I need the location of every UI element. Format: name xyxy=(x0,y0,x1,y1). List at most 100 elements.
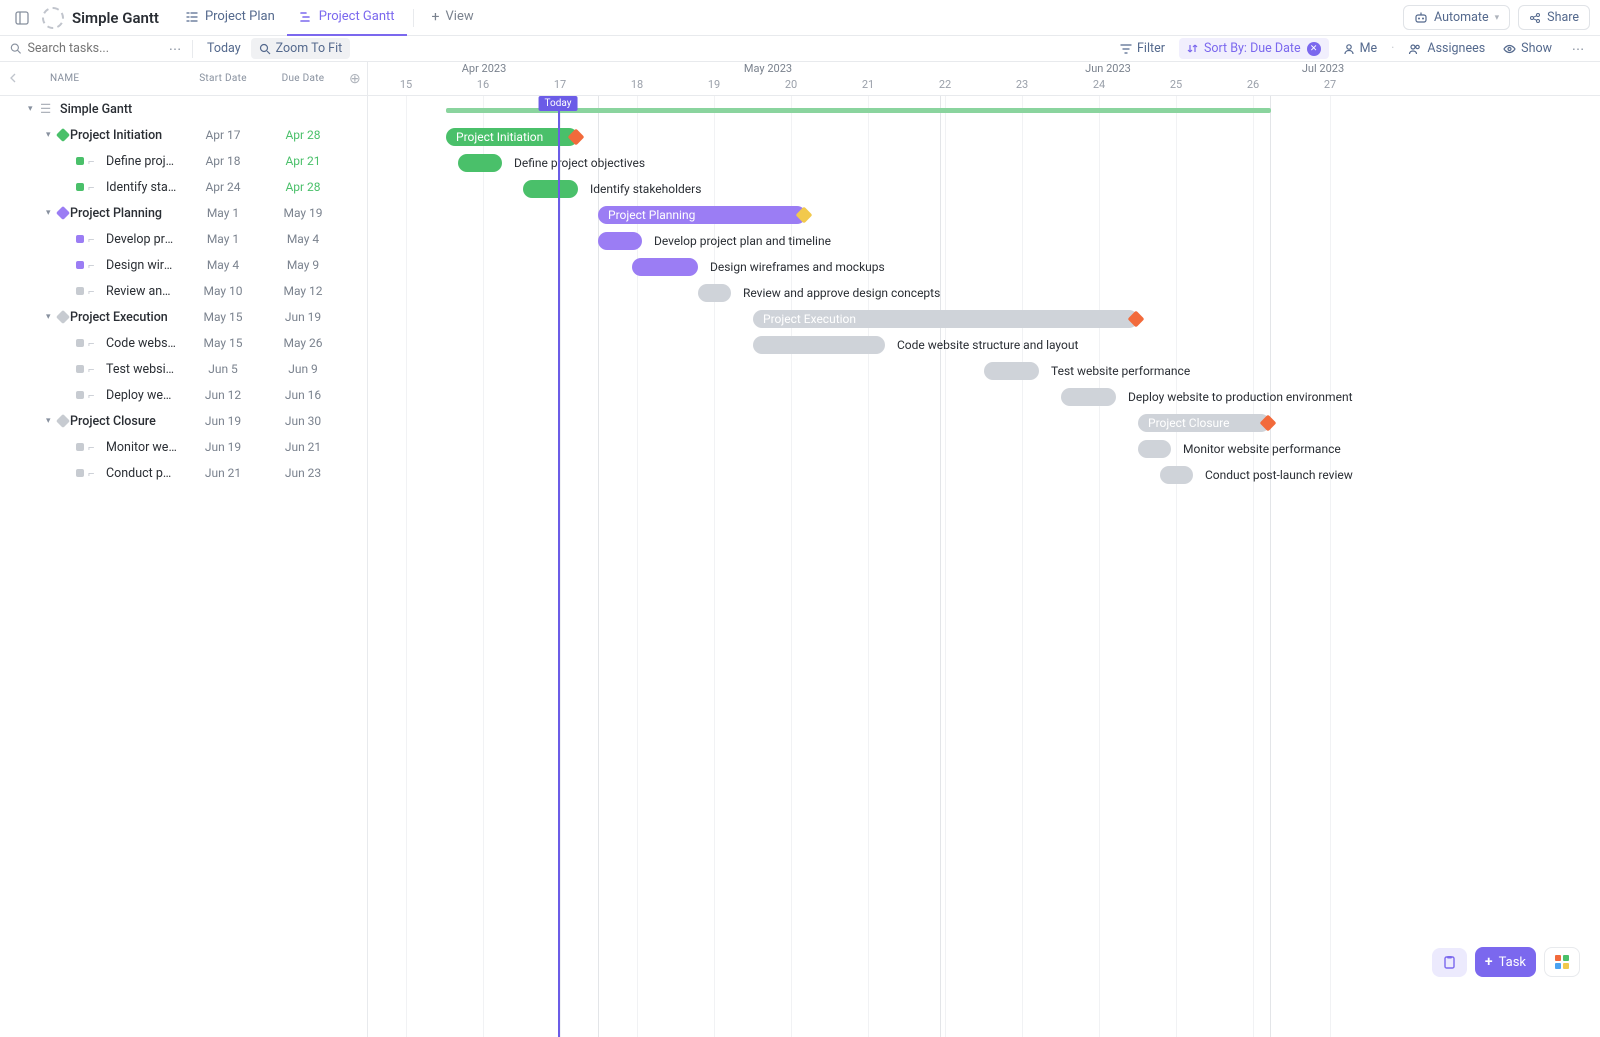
share-button[interactable]: Share xyxy=(1518,5,1590,30)
start-date: May 4 xyxy=(183,258,263,272)
search-input-wrap[interactable] xyxy=(10,41,160,56)
milestone-icon xyxy=(58,130,70,140)
task-name: Monitor website performance xyxy=(106,440,183,455)
subtask-icon: ⌐ xyxy=(88,233,102,246)
filter-label: Filter xyxy=(1137,41,1165,56)
task-row[interactable]: ⌐Deploy website to production environmen… xyxy=(0,382,367,408)
me-label: Me xyxy=(1360,41,1378,56)
automate-button[interactable]: Automate ▾ xyxy=(1403,5,1510,30)
group-bar[interactable]: Project Planning xyxy=(598,206,806,224)
task-row[interactable]: ⌐Test website performanceJun 5Jun 9 xyxy=(0,356,367,382)
due-date: Jun 23 xyxy=(263,466,343,480)
task-bar[interactable] xyxy=(1061,388,1116,406)
task-row[interactable]: ⌐Monitor website performanceJun 19Jun 21 xyxy=(0,434,367,460)
due-date: Apr 28 xyxy=(263,180,343,194)
collapse-sidebar-icon[interactable] xyxy=(10,6,34,30)
task-row[interactable]: ▾Project ExecutionMay 15Jun 19 xyxy=(0,304,367,330)
bar-label: Identify stakeholders xyxy=(590,180,701,198)
task-row[interactable]: ⌐Develop project plan and timelineMay 1M… xyxy=(0,226,367,252)
more-icon[interactable]: ⋯ xyxy=(164,37,186,61)
show-label: Show xyxy=(1521,41,1552,56)
task-name: Design wireframes and mockups xyxy=(106,258,183,273)
due-date: May 9 xyxy=(263,258,343,272)
status-icon xyxy=(76,261,88,269)
task-bar[interactable] xyxy=(984,362,1039,380)
apps-fab[interactable] xyxy=(1544,947,1580,977)
add-column-button[interactable]: ⊕ xyxy=(343,71,367,87)
task-bar[interactable] xyxy=(1138,440,1171,458)
col-name[interactable]: NAME xyxy=(0,73,183,84)
collapse-list-icon[interactable] xyxy=(0,66,24,90)
sort-pill[interactable]: Sort By: Due Date ✕ xyxy=(1179,38,1329,59)
due-date: May 4 xyxy=(263,232,343,246)
subtask-icon: ⌐ xyxy=(88,337,102,350)
task-bar[interactable] xyxy=(753,336,885,354)
tab-project-plan[interactable]: Project Plan xyxy=(173,0,287,36)
task-row[interactable]: ▾☰Simple Gantt xyxy=(0,96,367,122)
start-date: Apr 17 xyxy=(183,128,263,142)
task-name: Project Planning xyxy=(70,206,183,221)
due-date: Jun 9 xyxy=(263,362,343,376)
clear-sort-icon[interactable]: ✕ xyxy=(1307,42,1321,56)
task-row[interactable]: ⌐Identify stakeholdersApr 24Apr 28 xyxy=(0,174,367,200)
week-label: 24 xyxy=(1093,78,1105,91)
task-bar[interactable] xyxy=(698,284,731,302)
task-name: Develop project plan and timeline xyxy=(106,232,183,247)
assignees-button[interactable]: Assignees xyxy=(1404,39,1489,58)
due-date: May 12 xyxy=(263,284,343,298)
task-bar[interactable] xyxy=(598,232,642,250)
space-avatar[interactable] xyxy=(42,7,64,29)
week-label: 15 xyxy=(400,78,412,91)
task-bar[interactable] xyxy=(1160,466,1193,484)
status-icon xyxy=(76,287,88,295)
apps-icon xyxy=(1555,955,1569,969)
tab-project-gantt[interactable]: Project Gantt xyxy=(287,0,407,36)
me-button[interactable]: Me xyxy=(1339,39,1382,58)
add-view-label: View xyxy=(446,9,474,24)
today-button[interactable]: Today xyxy=(207,41,241,56)
subtask-icon: ⌐ xyxy=(88,285,102,298)
task-bar[interactable] xyxy=(632,258,698,276)
caret-icon[interactable]: ▾ xyxy=(28,104,40,114)
task-bar[interactable] xyxy=(458,154,502,172)
col-due[interactable]: Due Date xyxy=(263,73,343,84)
task-row[interactable]: ⌐Conduct post-launch reviewJun 21Jun 23 xyxy=(0,460,367,486)
task-row[interactable]: ⌐Design wireframes and mockupsMay 4May 9 xyxy=(0,252,367,278)
sort-icon xyxy=(1187,43,1198,54)
add-view-button[interactable]: + View xyxy=(420,0,486,36)
clipboard-fab[interactable] xyxy=(1432,948,1467,977)
task-row[interactable]: ⌐Review and approve design conceptsMay 1… xyxy=(0,278,367,304)
subtask-icon: ⌐ xyxy=(88,389,102,402)
group-bar[interactable]: Project Closure xyxy=(1138,414,1270,432)
zoom-to-fit-button[interactable]: Zoom To Fit xyxy=(251,38,351,59)
due-date: May 26 xyxy=(263,336,343,350)
gantt-body[interactable]: TodayProject InitiationDefine project ob… xyxy=(368,96,1600,1037)
col-start[interactable]: Start Date xyxy=(183,73,263,84)
task-rows: ▾☰Simple Gantt▾Project InitiationApr 17A… xyxy=(0,96,367,1037)
due-date: Jun 19 xyxy=(263,310,343,324)
filter-button[interactable]: Filter xyxy=(1116,39,1169,58)
show-button[interactable]: Show xyxy=(1499,39,1556,58)
task-row[interactable]: ⌐Define project objectivesApr 18Apr 21 xyxy=(0,148,367,174)
new-task-fab[interactable]: + Task xyxy=(1475,947,1536,977)
more-settings-icon[interactable]: ⋯ xyxy=(1566,37,1590,61)
task-row[interactable]: ⌐Code website structure and layoutMay 15… xyxy=(0,330,367,356)
task-row[interactable]: ▾Project PlanningMay 1May 19 xyxy=(0,200,367,226)
task-name: Project Closure xyxy=(70,414,183,429)
task-row[interactable]: ▾Project InitiationApr 17Apr 28 xyxy=(0,122,367,148)
week-label: 18 xyxy=(631,78,643,91)
today-flag: Today xyxy=(539,96,578,111)
gantt-chart[interactable]: Apr 2023May 2023Jun 2023Jul 2023 1516171… xyxy=(368,62,1600,1037)
search-input[interactable] xyxy=(27,41,160,56)
week-label: 19 xyxy=(708,78,720,91)
week-label: 22 xyxy=(939,78,951,91)
topbar: Simple Gantt Project Plan Project Gantt … xyxy=(0,0,1600,36)
clipboard-icon xyxy=(1442,955,1457,970)
week-label: 16 xyxy=(477,78,489,91)
due-date: Apr 21 xyxy=(263,154,343,168)
bar-label: Develop project plan and timeline xyxy=(654,232,831,250)
task-bar[interactable] xyxy=(523,180,578,198)
group-bar[interactable]: Project Execution xyxy=(753,310,1138,328)
task-row[interactable]: ▾Project ClosureJun 19Jun 30 xyxy=(0,408,367,434)
separator: · xyxy=(1391,41,1394,56)
